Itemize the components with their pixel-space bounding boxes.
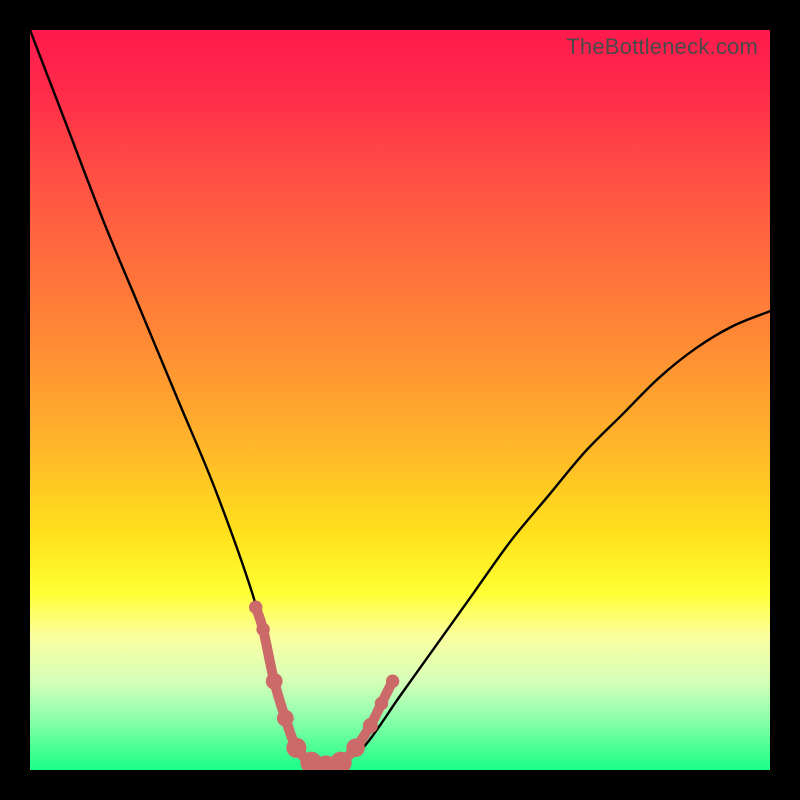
chart-frame: TheBottleneck.com bbox=[0, 0, 800, 800]
curve-markers bbox=[249, 600, 399, 770]
marker-dot bbox=[386, 674, 399, 687]
marker-dot bbox=[363, 718, 378, 733]
marker-dot bbox=[277, 710, 294, 727]
marker-dot bbox=[266, 673, 283, 690]
marker-dot bbox=[375, 697, 388, 710]
marker-dot bbox=[346, 739, 364, 757]
marker-dot bbox=[249, 600, 262, 613]
chart-plot-area: TheBottleneck.com bbox=[30, 30, 770, 770]
marker-dot bbox=[256, 623, 269, 636]
chart-svg bbox=[30, 30, 770, 770]
bottleneck-curve bbox=[30, 30, 770, 768]
marker-dot bbox=[286, 738, 306, 758]
